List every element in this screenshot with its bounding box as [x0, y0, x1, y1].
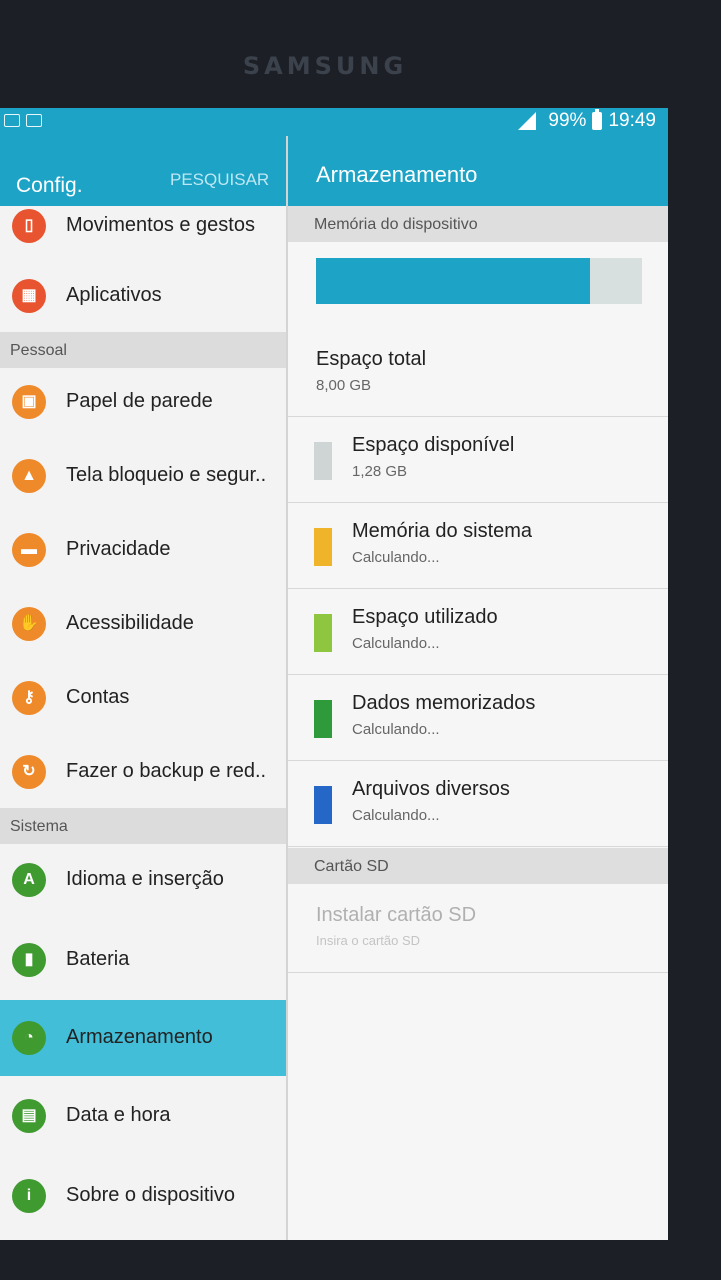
- menu-item-label: Data e hora: [66, 1104, 171, 1126]
- storage-row[interactable]: Espaço utilizado Calculando...: [288, 588, 668, 675]
- storage-row[interactable]: Arquivos diversos Calculando...: [288, 760, 668, 847]
- search-button[interactable]: PESQUISAR: [170, 170, 269, 190]
- wallpaper-icon: ▣: [12, 385, 46, 419]
- section-label: Cartão SD: [314, 858, 389, 875]
- settings-menu: ▯ Movimentos e gestos ▦ Aplicativos Pess…: [0, 206, 286, 1240]
- menu-item-backup[interactable]: ↻ Fazer o backup e red..: [0, 736, 286, 808]
- menu-item-tela-bloqueio[interactable]: ▲ Tela bloqueio e segur..: [0, 440, 286, 512]
- storage-row-value: Calculando...: [352, 721, 440, 738]
- battery-icon: [592, 109, 603, 130]
- battery-icon: ▮: [12, 943, 46, 977]
- storage-row-title: Arquivos diversos: [352, 778, 510, 800]
- email-icon: [26, 114, 42, 127]
- storage-row-value: Calculando...: [352, 549, 440, 566]
- menu-item-privacidade[interactable]: ▬ Privacidade: [0, 514, 286, 586]
- tablet-screen: 99% 19:49 Config. PESQUISAR Armazenament…: [0, 108, 668, 1240]
- menu-item-movimentos[interactable]: ▯ Movimentos e gestos: [0, 190, 286, 262]
- color-swatch: [314, 700, 332, 738]
- section-memoria-dispositivo: Memória do dispositivo: [288, 206, 668, 242]
- menu-item-armazenamento[interactable]: ◔ Armazenamento: [0, 1000, 286, 1076]
- menu-item-idioma[interactable]: A Idioma e inserção: [0, 844, 286, 916]
- menu-item-label: Contas: [66, 686, 130, 708]
- storage-total: Espaço total 8,00 GB: [288, 330, 668, 417]
- status-right: 99% 19:49: [518, 109, 656, 132]
- storage-row-value: Calculando...: [352, 635, 440, 652]
- install-sd-card: Instalar cartão SD Insira o cartão SD: [288, 886, 668, 973]
- section-label: Memória do dispositivo: [314, 216, 478, 233]
- hand-icon: ✋: [12, 607, 46, 641]
- menu-item-label: Sobre o dispositivo: [66, 1184, 235, 1206]
- section-label: Pessoal: [10, 342, 67, 359]
- menu-item-label: Movimentos e gestos: [66, 214, 255, 236]
- storage-usage-bar: [316, 258, 642, 304]
- color-swatch: [314, 442, 332, 480]
- section-pessoal: Pessoal: [0, 332, 286, 368]
- storage-row-title: Memória do sistema: [352, 520, 533, 542]
- menu-item-data-hora[interactable]: ▤ Data e hora: [0, 1080, 286, 1152]
- storage-row-value: 1,28 GB: [352, 463, 408, 480]
- storage-row-title: Espaço disponível: [352, 434, 515, 456]
- menu-item-label: Aplicativos: [66, 284, 162, 306]
- section-label: Sistema: [10, 818, 68, 835]
- language-icon: A: [12, 863, 46, 897]
- menu-item-papel-de-parede[interactable]: ▣ Papel de parede: [0, 366, 286, 438]
- menu-item-label: Tela bloqueio e segur..: [66, 464, 267, 486]
- storage-total-title: Espaço total: [316, 348, 427, 370]
- notification-icons: [4, 114, 42, 127]
- backup-icon: ↻: [12, 755, 46, 789]
- storage-row[interactable]: Espaço disponível 1,28 GB: [288, 416, 668, 503]
- page-title: Armazenamento: [316, 162, 478, 187]
- color-swatch: [314, 528, 332, 566]
- privacy-icon: ▬: [12, 533, 46, 567]
- section-cartao-sd: Cartão SD: [288, 848, 668, 884]
- menu-item-sobre[interactable]: i Sobre o dispositivo: [0, 1160, 286, 1232]
- menu-item-label: Papel de parede: [66, 390, 213, 412]
- storage-row[interactable]: Memória do sistema Calculando...: [288, 502, 668, 589]
- storage-row-title: Dados memorizados: [352, 692, 536, 714]
- storage-row-title: Espaço utilizado: [352, 606, 498, 628]
- message-icon: [4, 114, 20, 127]
- signal-icon: [518, 112, 537, 130]
- device-brand-logo: SAMSUNG: [242, 52, 408, 80]
- storage-row[interactable]: Dados memorizados Calculando...: [288, 674, 668, 761]
- sd-title: Instalar cartão SD: [316, 904, 477, 926]
- calendar-icon: ▤: [12, 1099, 46, 1133]
- menu-item-aplicativos[interactable]: ▦ Aplicativos: [0, 260, 286, 332]
- lock-icon: ▲: [12, 459, 46, 493]
- storage-panel: Memória do dispositivo Espaço total 8,00…: [288, 206, 668, 1240]
- menu-item-label: Idioma e inserção: [66, 868, 224, 890]
- color-swatch: [314, 786, 332, 824]
- gesture-icon: ▯: [12, 209, 46, 243]
- storage-icon: ◔: [12, 1021, 46, 1055]
- menu-item-label: Acessibilidade: [66, 612, 194, 634]
- menu-item-label: Bateria: [66, 948, 130, 970]
- menu-item-acessibilidade[interactable]: ✋ Acessibilidade: [0, 588, 286, 660]
- color-swatch: [314, 614, 332, 652]
- apps-grid-icon: ▦: [12, 279, 46, 313]
- sd-subtitle: Insira o cartão SD: [316, 933, 421, 948]
- storage-row-value: Calculando...: [352, 807, 440, 824]
- info-icon: i: [12, 1179, 46, 1213]
- storage-header: Armazenamento: [288, 136, 668, 206]
- status-bar: 99% 19:49: [0, 108, 668, 136]
- key-icon: ⚷: [12, 681, 46, 715]
- storage-usage-fill: [316, 258, 590, 304]
- section-sistema: Sistema: [0, 808, 286, 844]
- storage-total-value: 8,00 GB: [316, 377, 372, 394]
- battery-percent: 99%: [548, 110, 587, 131]
- menu-item-label: Privacidade: [66, 538, 171, 560]
- menu-item-contas[interactable]: ⚷ Contas: [0, 662, 286, 734]
- menu-item-bateria[interactable]: ▮ Bateria: [0, 924, 286, 996]
- menu-item-label: Fazer o backup e red..: [66, 760, 267, 782]
- menu-item-label: Armazenamento: [66, 1026, 213, 1048]
- clock: 19:49: [608, 110, 656, 131]
